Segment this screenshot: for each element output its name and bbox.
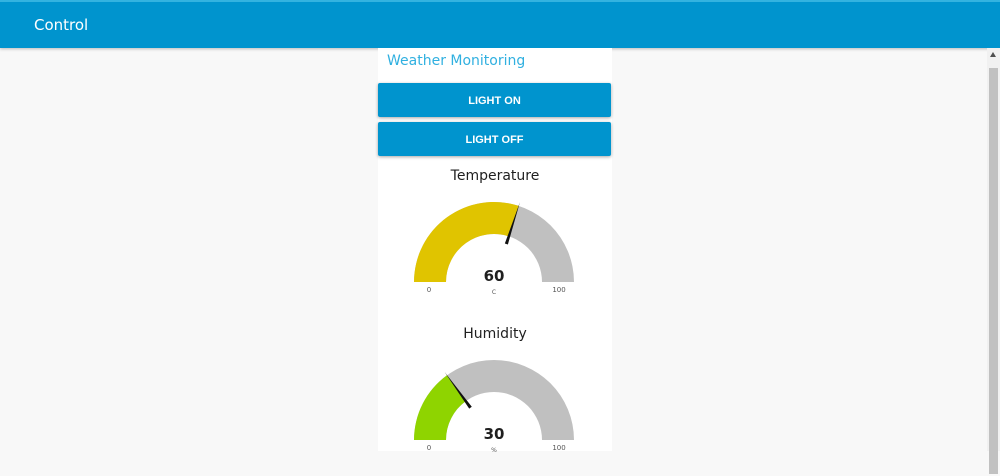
temperature-gauge-min: 0 xyxy=(427,286,431,294)
temperature-gauge-unit: C xyxy=(492,289,496,296)
humidity-gauge-value: 30 xyxy=(484,425,505,443)
top-toolbar: Control xyxy=(0,0,1000,48)
group-title: Weather Monitoring xyxy=(387,53,526,69)
weather-monitoring-group: Weather Monitoring LIGHT ON LIGHT OFF Te… xyxy=(378,48,612,454)
scroll-up-arrow-icon[interactable] xyxy=(990,52,996,57)
temperature-gauge-title: Temperature xyxy=(450,168,540,184)
light-on-button[interactable]: LIGHT ON xyxy=(378,83,611,117)
temperature-gauge-max: 100 xyxy=(552,286,565,294)
temperature-gauge: 60 C 0 100 xyxy=(414,202,574,296)
light-off-button[interactable]: LIGHT OFF xyxy=(378,122,611,156)
humidity-gauge-title: Humidity xyxy=(463,326,527,342)
temperature-gauge-value: 60 xyxy=(484,267,505,285)
humidity-gauge: 30 % 0 100 xyxy=(414,360,574,454)
scrollbar-thumb[interactable] xyxy=(989,68,998,474)
page-title: Control xyxy=(34,16,89,34)
vertical-scrollbar[interactable] xyxy=(987,48,1000,474)
